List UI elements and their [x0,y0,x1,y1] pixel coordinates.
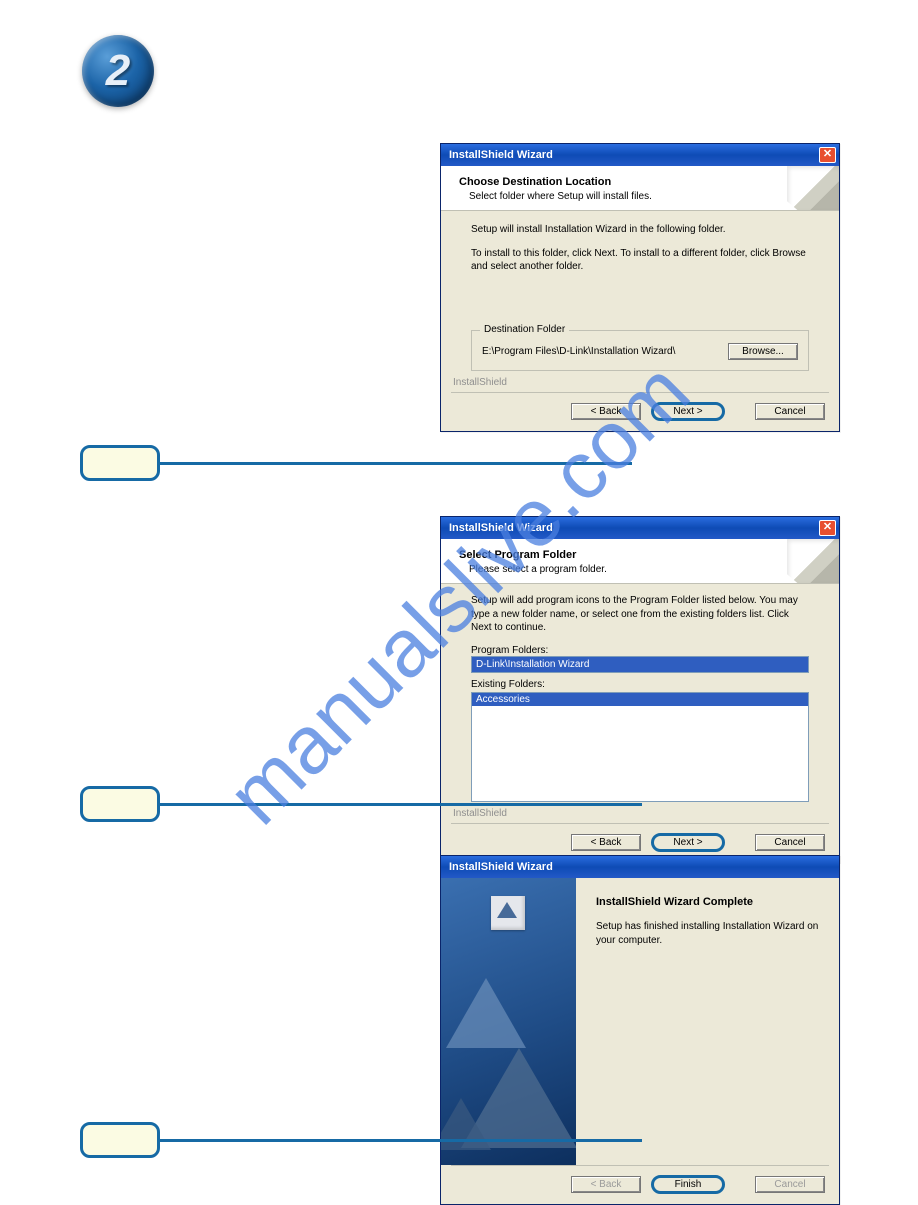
dialog-body: InstallShield Wizard Complete Setup has … [441,878,839,1165]
callout-1 [80,445,160,481]
back-button[interactable]: < Back [571,834,641,851]
group-legend: Destination Folder [480,324,569,335]
cancel-button[interactable]: Cancel [755,403,825,420]
button-row: < Back Finish Cancel [441,1166,839,1204]
connector-3 [160,1139,642,1142]
next-button[interactable]: Next > [651,833,725,852]
instruction-text: Setup will add program icons to the Prog… [471,594,809,635]
dialog-body: Setup will add program icons to the Prog… [441,584,839,808]
back-button[interactable]: < Back [571,403,641,420]
brand-label: InstallShield [441,808,839,823]
finish-button[interactable]: Finish [651,1175,725,1194]
brand-label: InstallShield [441,377,839,392]
browse-button[interactable]: Browse... [728,343,798,360]
step-number: 2 [106,46,130,96]
cancel-button: Cancel [755,1176,825,1193]
callout-3 [80,1122,160,1158]
dialog-body: Setup will install Installation Wizard i… [441,211,839,377]
header-title: Choose Destination Location [459,176,825,188]
page-curl-icon [787,166,839,210]
window-title: InstallShield Wizard [449,149,553,161]
close-icon[interactable]: ✕ [819,147,836,163]
triangle-icon [441,1098,491,1150]
box-icon [491,896,525,930]
titlebar: InstallShield Wizard [441,856,839,878]
close-icon[interactable]: ✕ [819,520,836,536]
callout-2 [80,786,160,822]
triangle-icon [446,978,526,1048]
step-badge: 2 [82,35,154,107]
complete-title: InstallShield Wizard Complete [596,896,819,908]
cancel-button[interactable]: Cancel [755,834,825,851]
complete-text: Setup has finished installing Installati… [596,920,819,947]
program-folder-label: Program Folders: [471,645,809,656]
dialog-header: Choose Destination Location Select folde… [441,166,839,211]
titlebar: InstallShield Wizard ✕ [441,517,839,539]
header-subtitle: Select folder where Setup will install f… [469,191,825,202]
back-button: < Back [571,1176,641,1193]
dialog-wizard-complete: InstallShield Wizard InstallShield Wizar… [440,855,840,1205]
dialog-choose-destination: InstallShield Wizard ✕ Choose Destinatio… [440,143,840,432]
button-row: < Back Next > Cancel [441,393,839,431]
wizard-sidebar-graphic [441,878,576,1165]
connector-2 [160,803,642,806]
connector-1 [160,462,632,465]
destination-path: E:\Program Files\D-Link\Installation Wiz… [482,346,675,357]
complete-panel: InstallShield Wizard Complete Setup has … [576,878,839,1165]
dialog-select-program-folder: InstallShield Wizard ✕ Select Program Fo… [440,516,840,863]
existing-folders-listbox[interactable]: Accessories [471,692,809,802]
window-title: InstallShield Wizard [449,522,553,534]
dialog-header: Select Program Folder Please select a pr… [441,539,839,584]
program-folder-input[interactable]: D-Link\Installation Wizard [471,656,809,673]
next-button[interactable]: Next > [651,402,725,421]
list-item[interactable]: Accessories [472,693,808,706]
window-title: InstallShield Wizard [449,861,553,873]
header-title: Select Program Folder [459,549,825,561]
existing-folders-label: Existing Folders: [471,679,809,690]
body-text-2: To install to this folder, click Next. T… [471,247,809,274]
header-subtitle: Please select a program folder. [469,564,825,575]
destination-folder-group: Destination Folder E:\Program Files\D-Li… [471,330,809,371]
body-text-1: Setup will install Installation Wizard i… [471,223,809,237]
page-curl-icon [787,539,839,583]
titlebar: InstallShield Wizard ✕ [441,144,839,166]
